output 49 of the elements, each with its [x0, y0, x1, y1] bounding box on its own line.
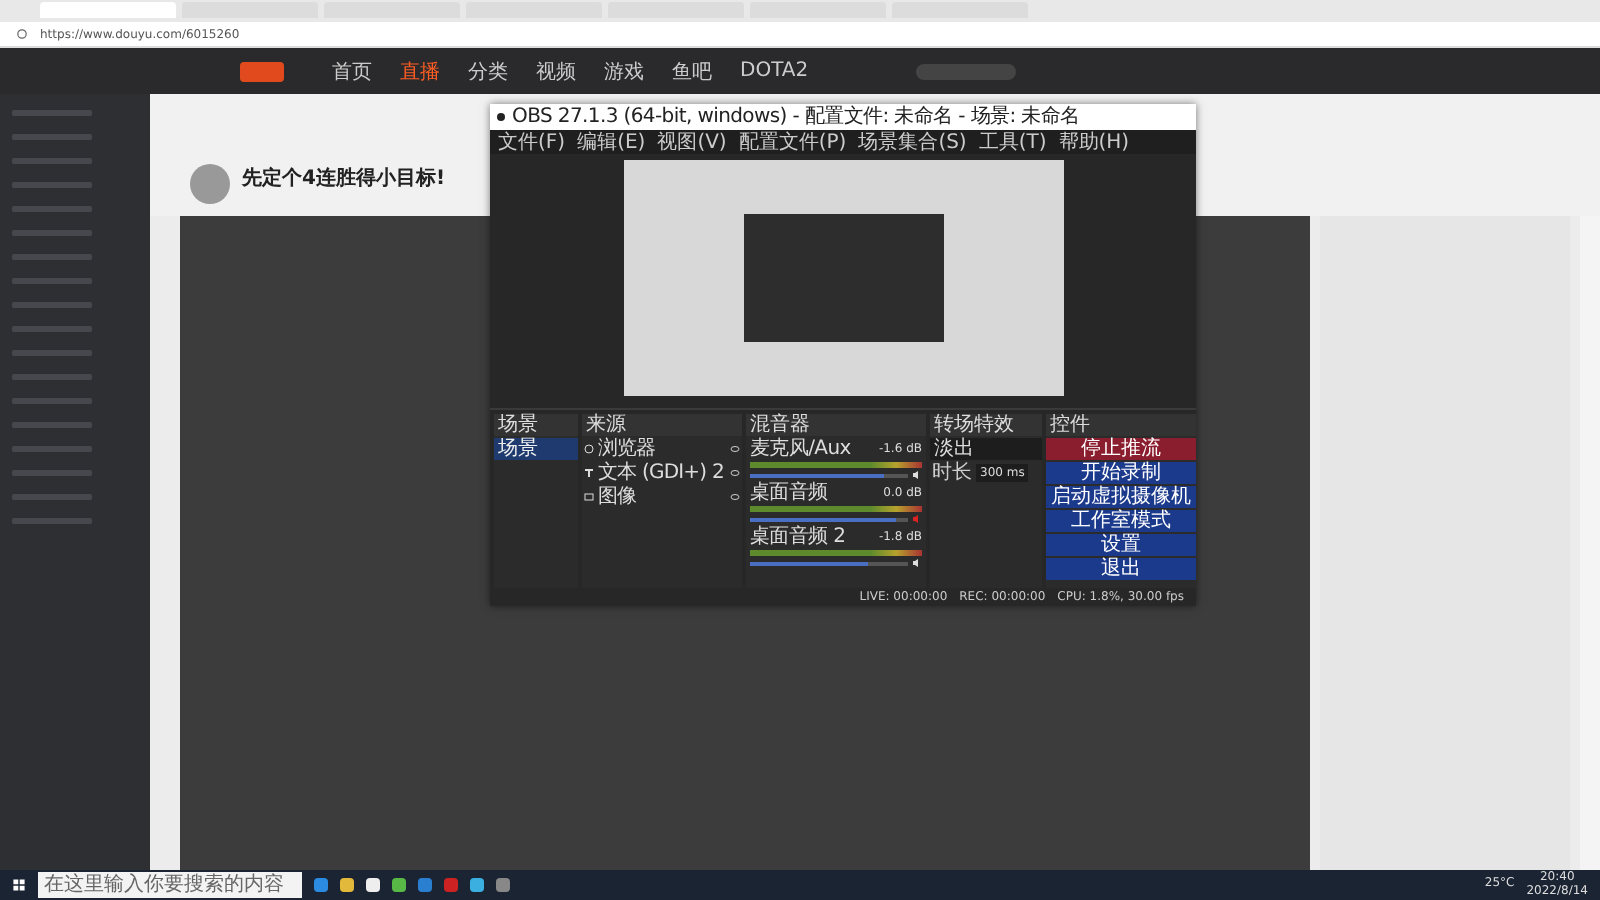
channel-name: 麦克风/Aux — [750, 438, 851, 460]
image-icon — [584, 492, 594, 502]
menu-item[interactable]: 帮助(H) — [1058, 131, 1130, 153]
nav-link[interactable]: DOTA2 — [740, 60, 809, 82]
site-logo[interactable] — [240, 61, 284, 81]
search-field[interactable] — [916, 63, 1017, 79]
dock-title: 转场特效 — [930, 414, 1042, 436]
control-button[interactable]: 工作室模式 — [1046, 510, 1196, 532]
control-button[interactable]: 设置 — [1046, 534, 1196, 556]
nav-link[interactable]: 分类 — [468, 57, 508, 85]
source-item[interactable]: 文本 (GDI+) 2 — [598, 462, 726, 484]
text-icon — [584, 468, 594, 478]
control-button[interactable]: 开始录制 — [1046, 462, 1196, 484]
dock-title: 场景 — [494, 414, 578, 436]
menu-item[interactable]: 配置文件(P) — [738, 131, 847, 153]
nav-link[interactable]: 游戏 — [604, 57, 644, 85]
refresh-icon — [16, 28, 28, 40]
stream-title: 先定个4连胜得小目标! — [242, 164, 446, 192]
taskbar-search[interactable]: 在这里输入你要搜索的内容 — [38, 872, 302, 898]
dock-title: 控件 — [1046, 414, 1196, 436]
dock-title: 来源 — [582, 414, 742, 436]
menu-item[interactable]: 工具(T) — [978, 131, 1047, 153]
menu-item[interactable]: 编辑(E) — [577, 131, 646, 153]
scene-item[interactable]: 场景 — [494, 438, 578, 460]
channel-name: 桌面音频 — [750, 482, 828, 504]
avatar — [190, 164, 230, 204]
duration-label: 时长 — [932, 462, 972, 484]
control-button[interactable]: 退出 — [1046, 558, 1196, 580]
source-item[interactable]: 图像 — [598, 486, 726, 508]
app-icon — [496, 112, 506, 122]
menu-item[interactable]: 场景集合(S) — [858, 131, 967, 153]
channel-name: 桌面音频 2 — [750, 526, 846, 548]
dock-title: 混音器 — [746, 414, 926, 436]
eye-icon[interactable] — [730, 444, 740, 454]
eye-icon[interactable] — [730, 492, 740, 502]
nav-link[interactable]: 鱼吧 — [672, 57, 712, 85]
scrollbar[interactable] — [1580, 216, 1600, 870]
control-button[interactable]: 停止推流 — [1046, 438, 1196, 460]
eye-icon[interactable] — [730, 468, 740, 478]
source-item[interactable]: 浏览器 — [598, 438, 726, 460]
transition-select[interactable]: 淡出 — [930, 438, 1042, 460]
control-button[interactable]: 启动虚拟摄像机 — [1046, 486, 1196, 508]
menu-item[interactable]: 文件(F) — [498, 131, 566, 153]
menu-item[interactable]: 视图(V) — [657, 131, 727, 153]
window-title: OBS 27.1.3 (64-bit, windows) - 配置文件: 未命名 - 场景: 未命名 — [512, 106, 1080, 128]
nav-link[interactable]: 视频 — [536, 57, 576, 85]
nav-link[interactable]: 首页 — [332, 57, 372, 85]
windows-icon[interactable] — [12, 878, 26, 892]
nav-link[interactable]: 直播 — [400, 57, 440, 85]
